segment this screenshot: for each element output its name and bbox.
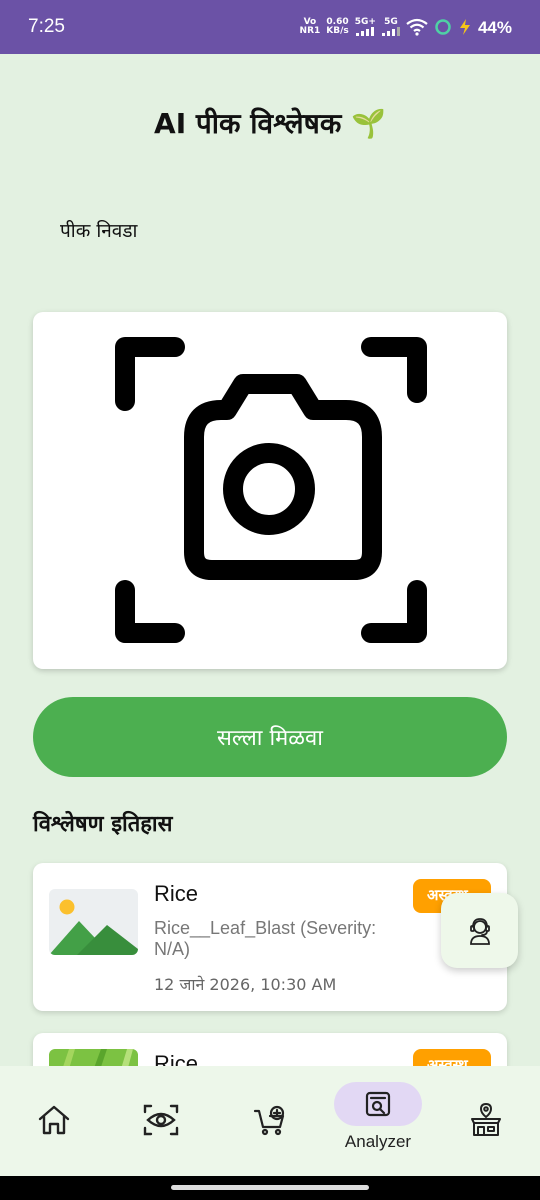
nav-shop[interactable] xyxy=(225,1082,315,1162)
nav-market[interactable] xyxy=(441,1082,531,1162)
signal-1: 5G+ xyxy=(355,18,376,36)
volte-indicator: Vo NR1 xyxy=(300,18,321,36)
history-disease: Rice__Leaf_Blast (Severity: N/A) xyxy=(154,918,377,959)
charging-icon xyxy=(459,19,470,35)
history-date: 12 जाने 2026, 10:30 AM xyxy=(154,975,337,994)
history-title: विश्लेषण इतिहास xyxy=(33,812,173,837)
data-saver-icon xyxy=(435,19,451,35)
market-store-icon xyxy=(471,1103,501,1136)
signal-1-label: 5G+ xyxy=(354,17,376,27)
support-agent-button[interactable] xyxy=(441,893,518,968)
status-icons: Vo NR1 0.60 KB/s 5G+ 5G 44% xyxy=(300,18,512,36)
battery-level: 44% xyxy=(477,17,512,37)
net-speed-unit: KB/s xyxy=(326,26,349,36)
nr-label: NR1 xyxy=(299,26,321,36)
signal-bars-icon xyxy=(381,27,400,36)
get-advice-button[interactable]: सल्ला मिळवा xyxy=(33,697,507,777)
bottom-nav: Analyzer xyxy=(0,1066,540,1176)
net-speed: 0.60 KB/s xyxy=(326,18,348,36)
status-time: 7:25 xyxy=(28,16,65,37)
gesture-handle[interactable] xyxy=(171,1185,369,1190)
nav-active-indicator xyxy=(334,1082,422,1126)
nav-crop-scan[interactable] xyxy=(116,1082,206,1162)
signal-bars-icon xyxy=(356,27,375,36)
image-placeholder-icon xyxy=(49,889,138,955)
cart-add-icon xyxy=(253,1105,285,1136)
signal-2: 5G xyxy=(381,17,400,36)
nav-analyzer[interactable]: Analyzer xyxy=(333,1082,423,1162)
nav-analyzer-label: Analyzer xyxy=(344,1132,412,1151)
page-title: AI पीक विश्लेषक 🌱 xyxy=(154,107,386,140)
home-icon xyxy=(38,1105,70,1135)
crop-select-dropdown[interactable]: पीक निवडा xyxy=(60,217,137,243)
signal-2-label: 5G xyxy=(384,17,398,27)
nav-home[interactable] xyxy=(9,1082,99,1162)
status-bar: 7:25 Vo NR1 0.60 KB/s 5G+ 5G 44% xyxy=(0,0,540,54)
support-agent-icon xyxy=(469,917,490,945)
camera-scan-icon xyxy=(115,337,427,643)
eye-scan-icon xyxy=(143,1104,179,1136)
camera-capture-card[interactable] xyxy=(33,312,507,669)
gesture-area xyxy=(0,1176,540,1200)
analyzer-icon xyxy=(365,1091,391,1117)
history-card[interactable]: Rice Rice__Leaf_Blast (Severity: N/A) 12… xyxy=(33,863,507,1011)
wifi-icon xyxy=(406,18,428,36)
history-crop-name: Rice xyxy=(154,881,199,906)
